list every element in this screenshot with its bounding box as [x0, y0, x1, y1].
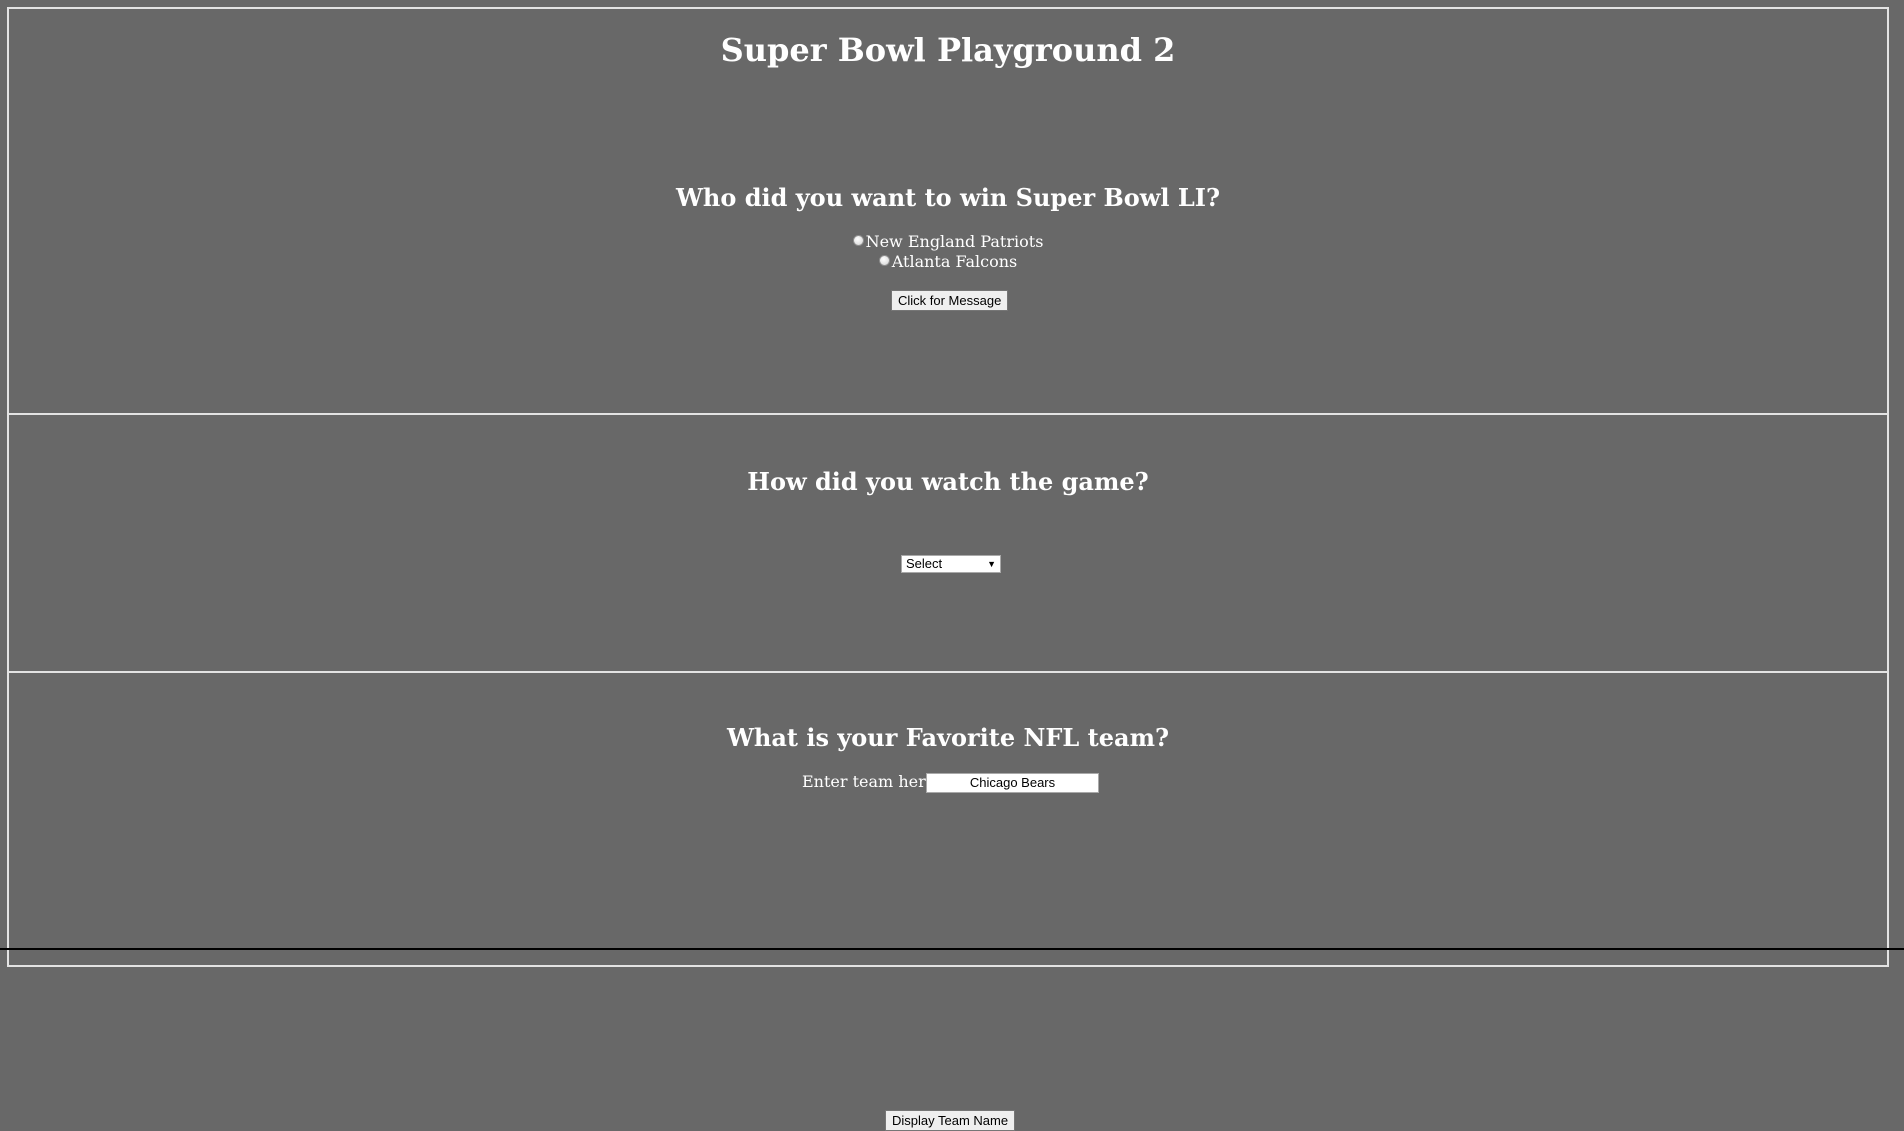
radio-patriots[interactable]: [853, 235, 864, 246]
page-frame: Super Bowl Playground 2 Who did you want…: [7, 7, 1889, 967]
watch-section: How did you watch the game? Select ▼: [9, 415, 1887, 673]
display-team-name-button[interactable]: Display Team Name: [885, 1110, 1015, 1131]
favorite-team-section: What is your Favorite NFL team? Enter te…: [9, 673, 1887, 973]
option-patriots[interactable]: New England Patriots: [9, 232, 1887, 252]
team-input[interactable]: Chicago Bears: [926, 773, 1099, 793]
option-falcons-label: Atlanta Falcons: [892, 252, 1018, 271]
option-falcons[interactable]: Atlanta Falcons: [9, 252, 1887, 272]
watch-method-select[interactable]: Select ▼: [901, 555, 1001, 573]
watch-question: How did you watch the game?: [9, 467, 1887, 496]
watch-method-selected: Select: [906, 556, 942, 571]
dropdown-arrow-icon: ▼: [987, 556, 996, 572]
winner-section: Super Bowl Playground 2 Who did you want…: [9, 9, 1887, 415]
click-for-message-button[interactable]: Click for Message: [891, 290, 1008, 311]
radio-falcons[interactable]: [879, 255, 890, 266]
option-patriots-label: New England Patriots: [866, 232, 1044, 251]
page-title: Super Bowl Playground 2: [9, 31, 1887, 69]
favorite-team-question: What is your Favorite NFL team?: [9, 723, 1887, 752]
team-input-label: Enter team here:: [802, 772, 941, 791]
winner-question: Who did you want to win Super Bowl LI?: [9, 183, 1887, 212]
